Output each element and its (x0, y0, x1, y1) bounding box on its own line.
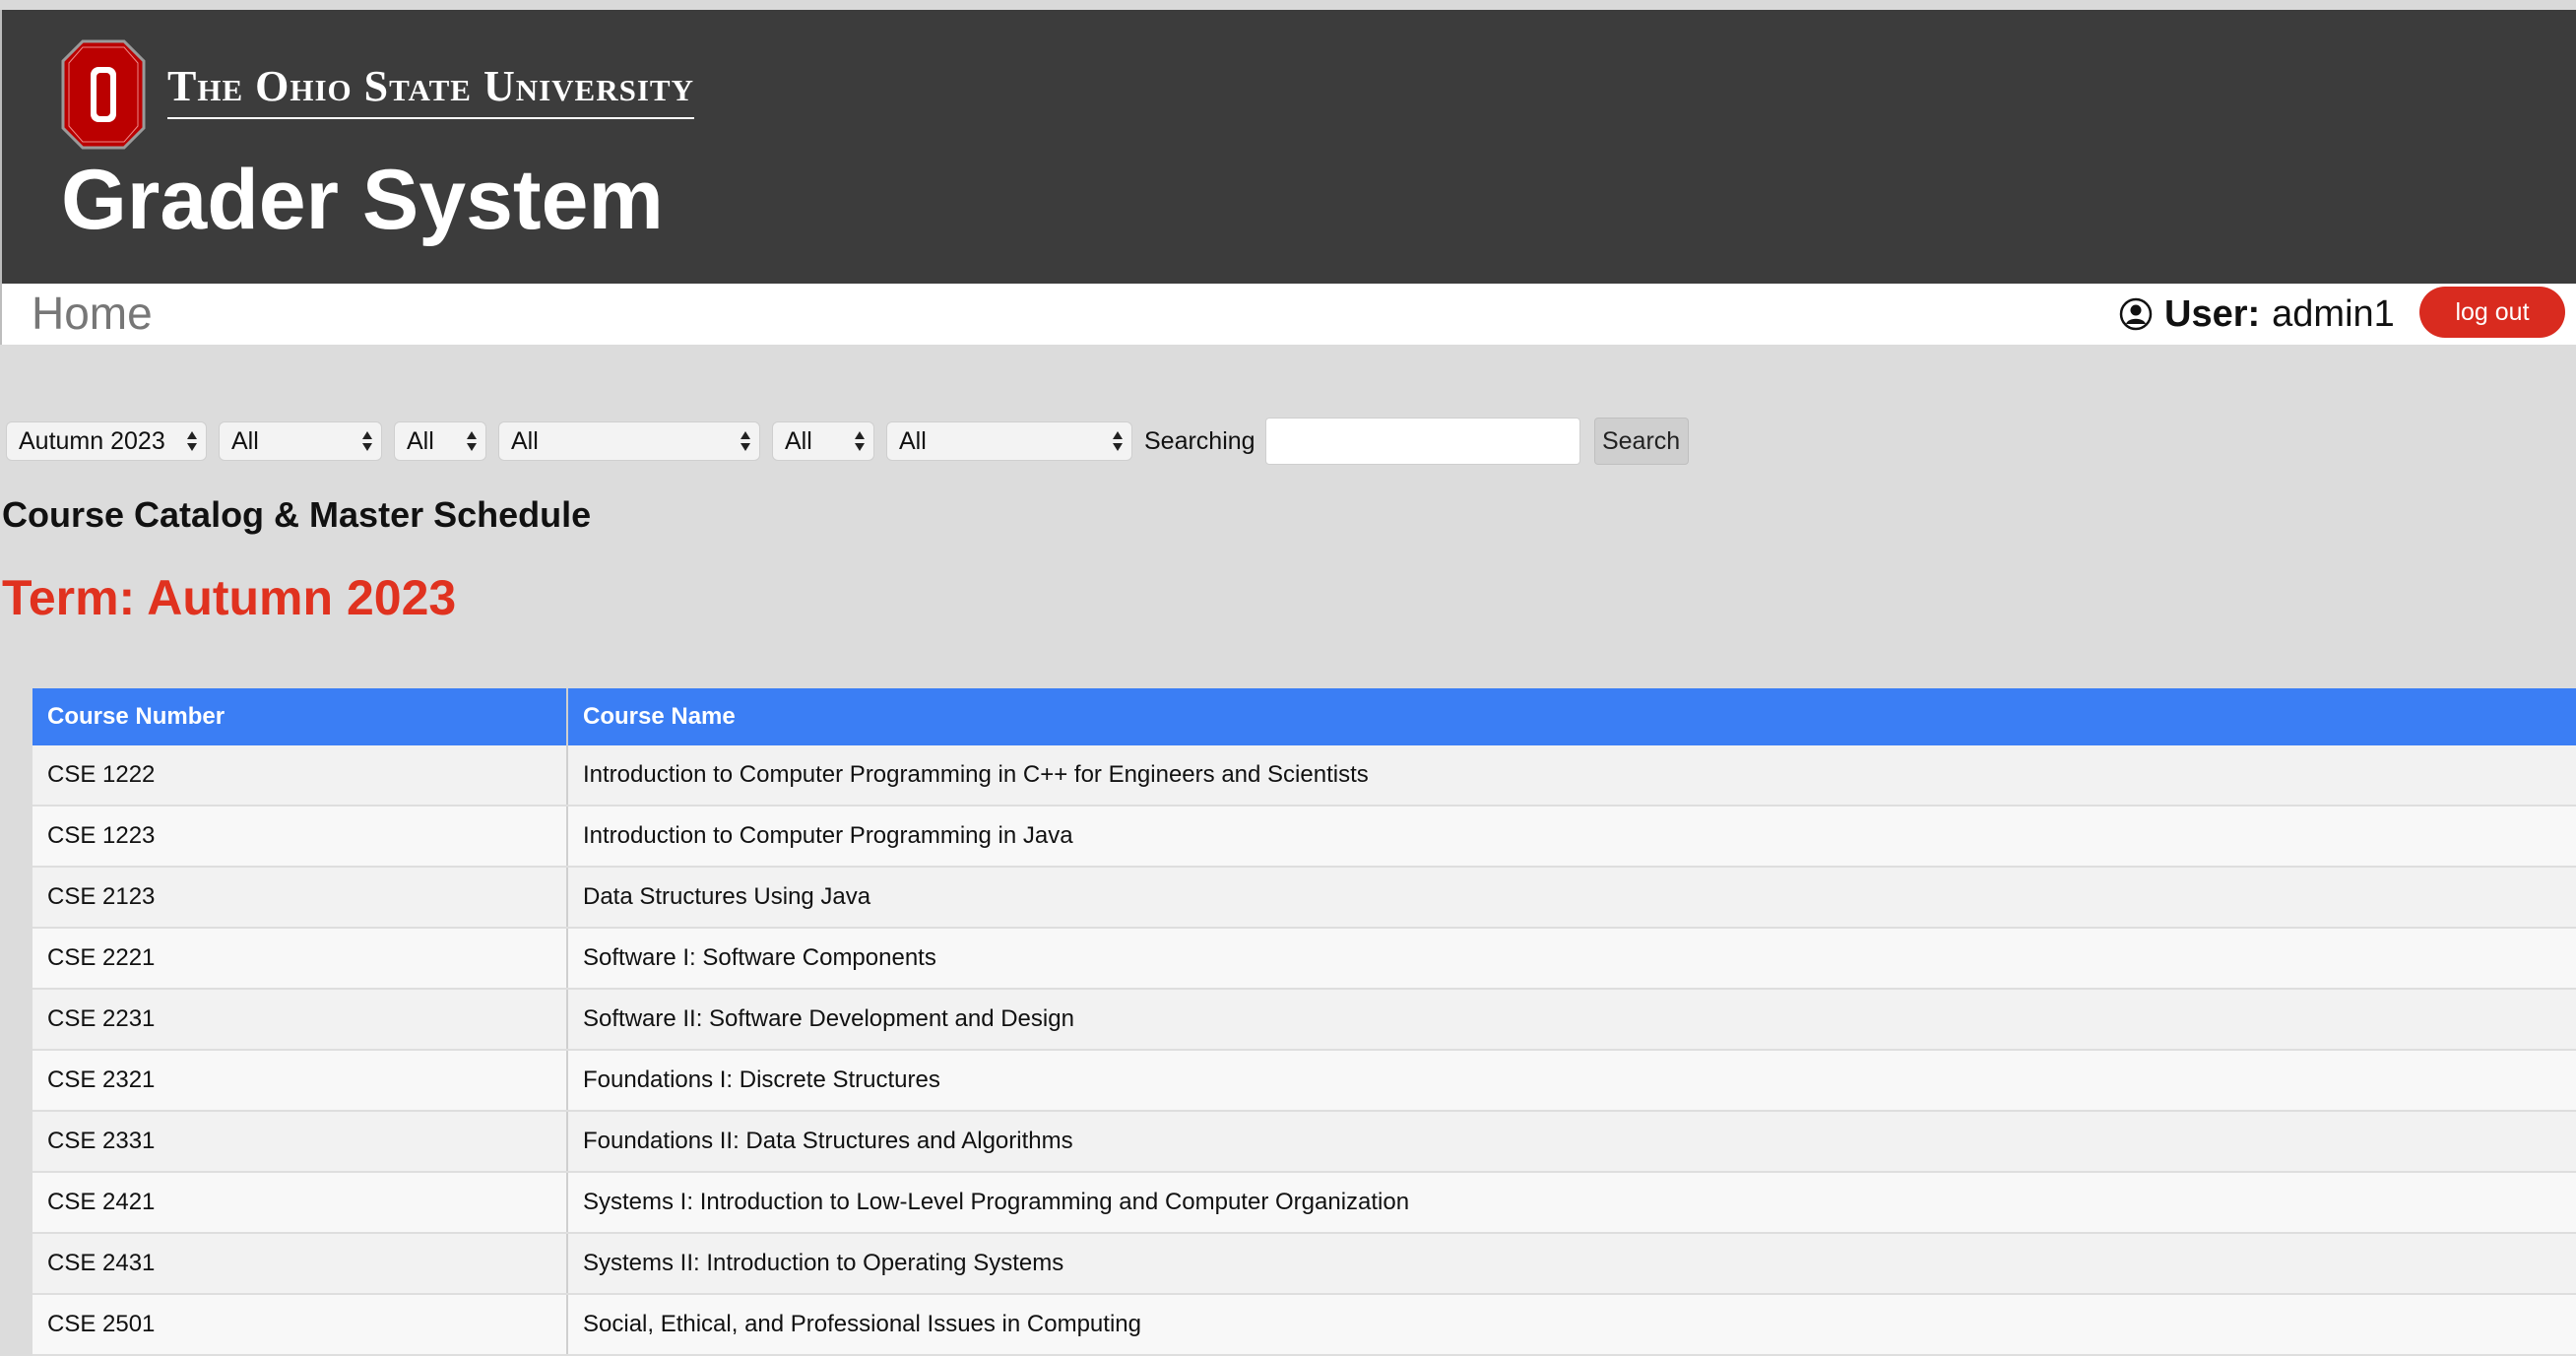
course-number: CSE 2123 (32, 867, 568, 929)
course-name: Foundations II: Data Structures and Algo… (567, 1111, 2576, 1173)
course-number: CSE 1223 (32, 806, 568, 868)
course-name: Systems I: Introduction to Low-Level Pro… (567, 1172, 2576, 1234)
course-name: Systems II: Introduction to Operating Sy… (567, 1233, 2576, 1295)
course-name: Introduction to Computer Programming in … (567, 745, 2576, 807)
filter-select-4-value: All (511, 427, 539, 455)
logout-button[interactable]: log out (2419, 287, 2565, 338)
user-circle-icon (2119, 297, 2153, 331)
select-arrows-icon (741, 431, 750, 451)
table-row[interactable]: CSE 1223 Introduction to Computer Program… (32, 806, 2576, 868)
course-name: Software I: Software Components (567, 928, 2576, 990)
course-number: CSE 2321 (32, 1050, 568, 1112)
column-header-course-name: Course Name (567, 688, 2576, 745)
term-value: Autumn 2023 (147, 570, 457, 625)
column-header-course-number: Course Number (32, 688, 568, 745)
filter-select-3-value: All (407, 427, 434, 455)
table-row[interactable]: CSE 2431 Systems II: Introduction to Oper… (32, 1233, 2576, 1295)
term-heading: Term: Autumn 2023 (2, 569, 456, 626)
course-table: Course Number Course Name CSE 1222 Introd… (32, 688, 2576, 1356)
filter-bar: Autumn 2023 All All All All All Searchin… (6, 418, 1689, 465)
filter-select-5-value: All (785, 427, 812, 455)
term-label: Term: (2, 570, 136, 625)
table-row[interactable]: CSE 2231 Software II: Software Developmen… (32, 989, 2576, 1051)
select-arrows-icon (467, 431, 477, 451)
course-name: Introduction to Computer Programming in … (567, 806, 2576, 868)
table-row[interactable]: CSE 2123 Data Structures Using Java (32, 867, 2576, 929)
course-number: CSE 2221 (32, 928, 568, 990)
course-name: Software II: Software Development and De… (567, 989, 2576, 1051)
table-row[interactable]: CSE 2321 Foundations I: Discrete Structur… (32, 1050, 2576, 1112)
top-edge (0, 0, 2576, 10)
home-link[interactable]: Home (32, 289, 153, 339)
term-select-value: Autumn 2023 (19, 427, 165, 455)
filter-select-2[interactable]: All (219, 421, 382, 461)
filter-select-6[interactable]: All (886, 421, 1132, 461)
table-row[interactable]: CSE 2501 Social, Ethical, and Professiona… (32, 1294, 2576, 1356)
course-number: CSE 2331 (32, 1111, 568, 1173)
select-arrows-icon (362, 431, 372, 451)
user-info: User: admin1 (2119, 290, 2395, 339)
table-row[interactable]: CSE 1222 Introduction to Computer Program… (32, 745, 2576, 807)
table-row[interactable]: CSE 2331 Foundations II: Data Structures … (32, 1111, 2576, 1173)
course-number: CSE 2431 (32, 1233, 568, 1295)
select-arrows-icon (187, 431, 197, 451)
course-name: Foundations I: Discrete Structures (567, 1050, 2576, 1112)
user-label: User: (2164, 292, 2261, 335)
table-row[interactable]: CSE 2421 Systems I: Introduction to Low-L… (32, 1172, 2576, 1234)
filter-select-2-value: All (231, 427, 259, 455)
filter-select-4[interactable]: All (498, 421, 760, 461)
university-name: The Ohio State University (167, 61, 694, 119)
course-number: CSE 1222 (32, 745, 568, 807)
select-arrows-icon (855, 431, 865, 451)
nav-bar: Home User: admin1 log out (0, 284, 2576, 345)
filter-select-6-value: All (899, 427, 927, 455)
course-name: Data Structures Using Java (567, 867, 2576, 929)
table-header-row: Course Number Course Name (32, 688, 2576, 745)
table-row[interactable]: CSE 2221 Software I: Software Components (32, 928, 2576, 990)
filter-select-5[interactable]: All (772, 421, 874, 461)
search-label: Searching (1144, 426, 1256, 455)
site-header: The Ohio State University Grader System (0, 10, 2576, 284)
app-title: Grader System (61, 153, 664, 247)
filter-select-3[interactable]: All (394, 421, 486, 461)
search-input[interactable] (1264, 418, 1580, 465)
course-number: CSE 2501 (32, 1294, 568, 1356)
course-number: CSE 2231 (32, 989, 568, 1051)
search-button[interactable]: Search (1593, 418, 1689, 465)
page-heading: Course Catalog & Master Schedule (2, 494, 592, 535)
term-select[interactable]: Autumn 2023 (6, 421, 207, 461)
course-name: Social, Ethical, and Professional Issues… (567, 1294, 2576, 1356)
user-name: admin1 (2272, 292, 2395, 335)
select-arrows-icon (1113, 431, 1123, 451)
block-o-logo (61, 39, 146, 150)
course-number: CSE 2421 (32, 1172, 568, 1234)
